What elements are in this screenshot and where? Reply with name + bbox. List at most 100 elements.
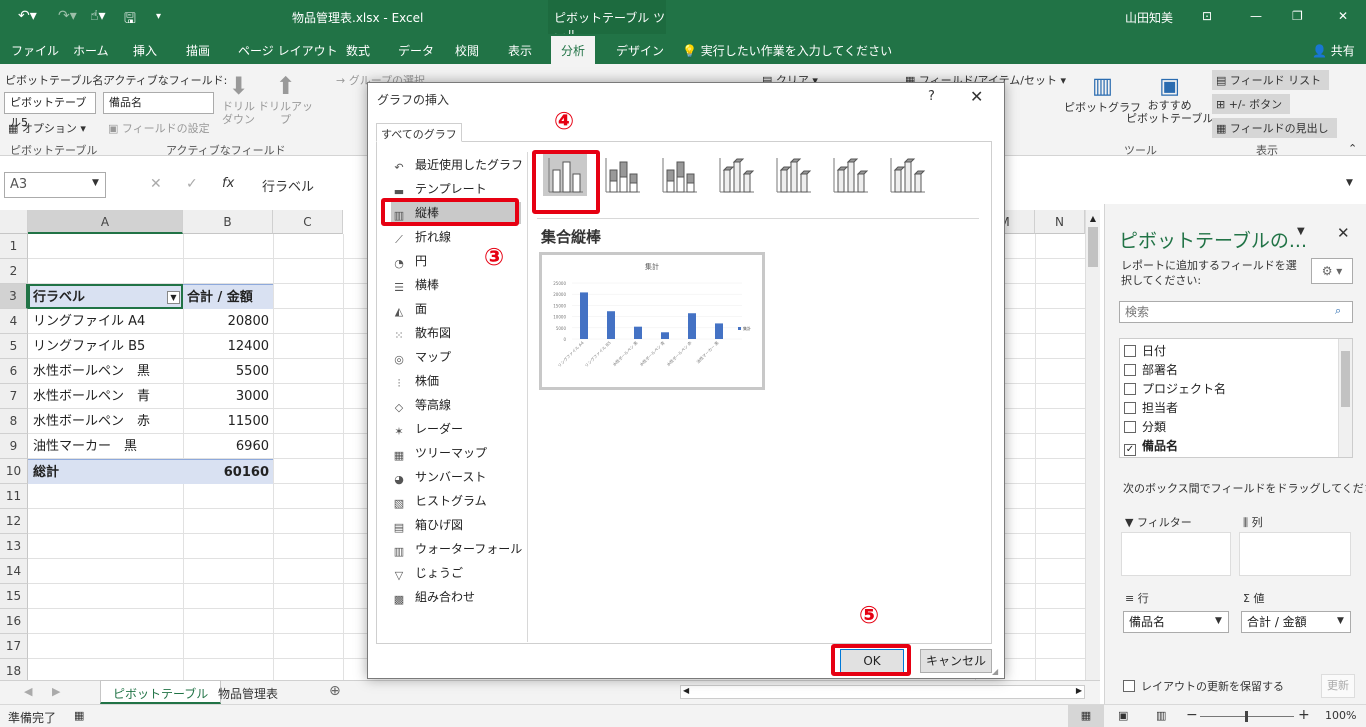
page-break-view-icon[interactable]: ▥ <box>1156 709 1166 722</box>
field-list-scrollbar[interactable] <box>1338 339 1352 457</box>
row-header[interactable]: 1 <box>0 234 28 259</box>
chart-type-item[interactable]: ▥ ウォーターフォール <box>391 538 522 560</box>
confirm-entry-icon[interactable]: ✓ <box>186 176 198 192</box>
3d-column-icon[interactable] <box>885 152 929 196</box>
options-button[interactable]: ▦ オプション ▾ <box>8 120 86 136</box>
chart-preview[interactable]: 集計 25000 20000 15000 10000 5000 0 リングファイル A4 リング… <box>539 252 765 390</box>
filter-drop-area[interactable] <box>1121 532 1231 576</box>
new-sheet-icon[interactable]: ⊕ <box>329 683 341 699</box>
pivot-row-label[interactable]: 水性ボールペン 青 <box>28 384 183 409</box>
save-icon[interactable]: 🖫 <box>124 8 136 32</box>
row-header[interactable]: 13 <box>0 534 28 559</box>
field-scroll-thumb[interactable] <box>1341 351 1350 407</box>
dialog-close-icon[interactable]: ✕ <box>970 87 983 106</box>
horizontal-scrollbar[interactable]: ◀ ▶ <box>680 685 1085 699</box>
tab-page-layout[interactable]: ページ レイアウト <box>238 42 338 59</box>
tab-data[interactable]: データ <box>398 42 434 59</box>
field-list-toggle[interactable]: ▤ フィールド リスト <box>1212 70 1330 90</box>
row-header[interactable]: 11 <box>0 484 28 509</box>
row-header[interactable]: 4 <box>0 309 28 334</box>
chart-type-item[interactable]: ▤ 箱ひげ図 <box>391 514 521 536</box>
customize-qat-icon[interactable]: ▾ <box>156 11 161 22</box>
pivot-row-value[interactable]: 12400 <box>183 334 273 359</box>
buttons-toggle[interactable]: ⊞ +/- ボタン <box>1212 94 1291 114</box>
minimize-icon[interactable]: — <box>1250 9 1262 23</box>
chart-type-item[interactable]: ▦ ツリーマップ <box>391 442 521 464</box>
scroll-thumb[interactable] <box>1088 227 1098 267</box>
field-checkbox-item[interactable]: 担当者 <box>1124 399 1178 416</box>
chart-type-item[interactable]: ↶ 最近使用したグラフ <box>391 154 523 176</box>
tab-insert[interactable]: 挿入 <box>133 42 157 59</box>
column-header[interactable]: A <box>28 210 183 234</box>
3d-stacked-column-icon[interactable] <box>771 152 815 196</box>
maximize-icon[interactable]: ❐ <box>1292 9 1303 23</box>
drill-down-button[interactable]: ⬇ ドリル ダウン <box>222 72 255 126</box>
cancel-entry-icon[interactable]: ✕ <box>150 176 162 192</box>
pivot-row-label[interactable]: 水性ボールペン 赤 <box>28 409 183 434</box>
row-header[interactable]: 3 <box>0 284 28 309</box>
checkbox[interactable]: ✓ <box>1124 444 1136 456</box>
row-header[interactable]: 7 <box>0 384 28 409</box>
chart-type-item[interactable]: ◭ 面 <box>391 298 521 320</box>
row-header[interactable]: 2 <box>0 259 28 284</box>
sheet-tab-inventory[interactable]: 物品管理表 <box>218 685 278 702</box>
column-drop-area[interactable] <box>1239 532 1351 576</box>
3d-clustered-column-icon[interactable] <box>714 152 758 196</box>
pt-name-field[interactable]: ピボットテーブル5 <box>4 92 96 129</box>
update-button[interactable]: 更新 <box>1321 674 1355 698</box>
row-header[interactable]: 5 <box>0 334 28 359</box>
pivot-row-value[interactable]: 6960 <box>183 434 273 459</box>
chart-type-item[interactable]: ⁙ 散布図 <box>391 322 521 344</box>
pivot-row-label[interactable]: 水性ボールペン 黒 <box>28 359 183 384</box>
collapse-ribbon-icon[interactable]: ⌃ <box>1348 142 1357 155</box>
corner-select-all[interactable] <box>0 210 28 234</box>
field-checkbox-item[interactable]: 分類 <box>1124 418 1166 435</box>
cancel-button[interactable]: キャンセル <box>920 649 992 673</box>
share-button[interactable]: 👤 共有 <box>1312 42 1355 59</box>
field-checkbox-item[interactable]: プロジェクト名 <box>1124 380 1226 397</box>
pivot-total-value[interactable]: 60160 <box>183 459 273 484</box>
macro-record-icon[interactable]: ▦ <box>74 709 84 722</box>
tell-me-box[interactable]: 💡 実行したい作業を入力してください <box>682 42 892 59</box>
chart-type-item[interactable]: ⫶ 株価 <box>391 370 521 392</box>
pivot-row-value[interactable]: 11500 <box>183 409 273 434</box>
touch-mode-icon[interactable]: ☝▾ <box>90 8 106 24</box>
tab-review[interactable]: 校閲 <box>455 42 479 59</box>
row-header[interactable]: 17 <box>0 634 28 659</box>
chart-type-item[interactable]: ▬ テンプレート <box>391 178 521 200</box>
recommended-pivot-button[interactable]: ▣ おすすめ ピボットテーブル <box>1126 74 1213 125</box>
value-chip-dropdown-icon[interactable]: ▼ <box>1337 616 1344 626</box>
checkbox[interactable] <box>1124 364 1136 376</box>
stacked-column-icon[interactable] <box>600 152 644 196</box>
row-header[interactable]: 14 <box>0 559 28 584</box>
zoom-slider[interactable] <box>1200 711 1294 722</box>
checkbox[interactable] <box>1124 345 1136 357</box>
pivot-row-value[interactable]: 3000 <box>183 384 273 409</box>
pivot-row-value[interactable]: 20800 <box>183 309 273 334</box>
checkbox[interactable] <box>1124 421 1136 433</box>
h-scroll-right-icon[interactable]: ▶ <box>1076 686 1082 695</box>
insert-function-icon[interactable]: fx <box>222 176 234 191</box>
name-box[interactable]: A3 <box>4 172 106 198</box>
row-header[interactable]: 12 <box>0 509 28 534</box>
chart-type-item[interactable]: ◕ サンバースト <box>391 466 521 488</box>
chart-type-item[interactable]: ✶ レーダー <box>391 418 521 440</box>
ribbon-display-icon[interactable]: ⊡ <box>1202 9 1212 23</box>
chart-type-item[interactable]: ▩ 組み合わせ <box>391 586 521 608</box>
100-stacked-column-icon[interactable] <box>657 152 701 196</box>
tab-all-charts[interactable]: すべてのグラフ <box>376 123 462 142</box>
checkbox[interactable] <box>1124 383 1136 395</box>
tab-design[interactable]: デザイン <box>616 42 664 59</box>
field-checkbox-item[interactable]: 部署名 <box>1124 361 1178 378</box>
column-header[interactable]: B <box>183 210 273 234</box>
h-scroll-left-icon[interactable]: ◀ <box>683 686 689 695</box>
zoom-out-icon[interactable]: − <box>1186 707 1198 723</box>
tab-analyze[interactable]: 分析 <box>551 36 596 64</box>
column-header[interactable]: C <box>273 210 343 234</box>
pane-options-icon[interactable]: ▼ <box>1297 226 1305 237</box>
field-checkbox-item[interactable]: ✓ 備品名 <box>1124 437 1178 456</box>
expand-formula-icon[interactable]: ▼ <box>1346 178 1353 188</box>
checkbox[interactable] <box>1124 402 1136 414</box>
vertical-scrollbar[interactable]: ▲ <box>1085 210 1100 680</box>
defer-layout-checkbox[interactable]: レイアウトの更新を保留する <box>1123 678 1284 694</box>
